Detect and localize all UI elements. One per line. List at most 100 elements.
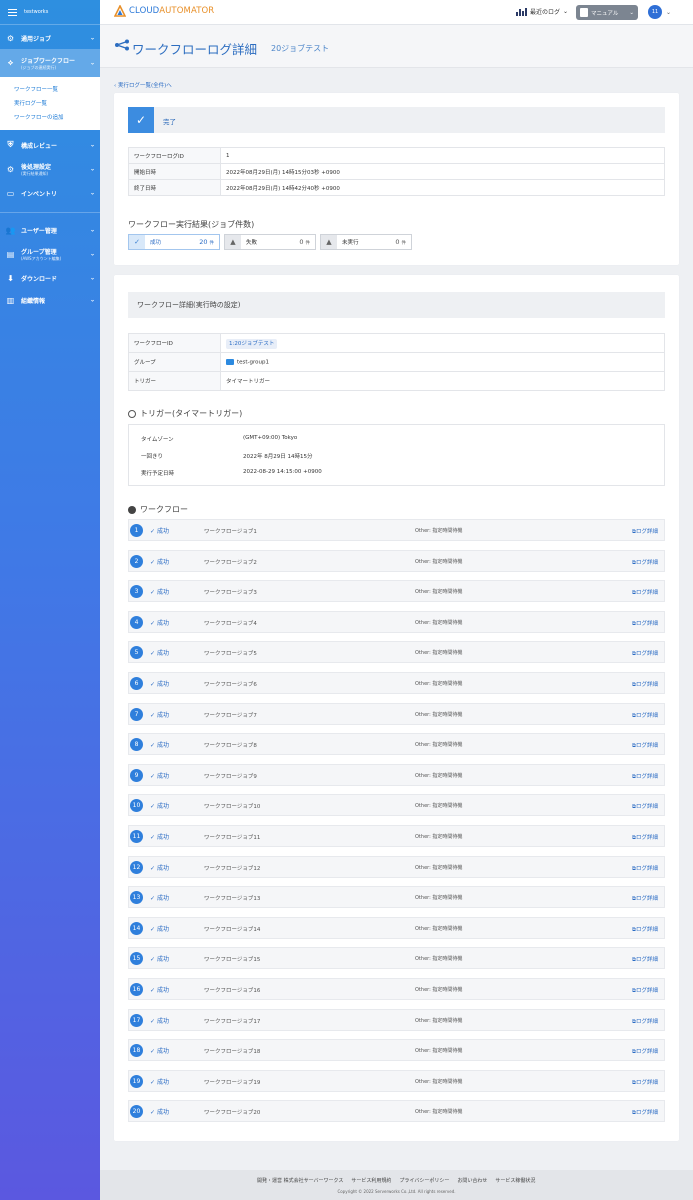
sidebar-item-users[interactable]: 👥 ユーザー管理 ⌄ bbox=[0, 219, 100, 241]
footer-link-privacy[interactable]: プライバシーポリシー bbox=[399, 1177, 449, 1184]
workflow-job-row: 2 ✓ 成功 ワークフロージョブ2 Other: 指定時間待機 ⧉ログ詳細 bbox=[128, 549, 665, 572]
log-detail-label: ログ詳細 bbox=[635, 773, 658, 780]
log-detail-link[interactable]: ⧉ログ詳細 bbox=[632, 527, 658, 536]
sidebar-item-inventory[interactable]: ▭ インベントリ ⌄ bbox=[0, 182, 100, 204]
chevron-down-icon: ⌄ bbox=[89, 274, 95, 282]
submenu-execution-logs[interactable]: 実行ログ一覧 bbox=[0, 96, 100, 110]
result-label: 未実行 bbox=[342, 240, 359, 246]
log-detail-link[interactable]: ⧉ログ詳細 bbox=[632, 955, 658, 964]
sidebar-item-label: インベントリ bbox=[21, 190, 58, 198]
workflow-job-row: 6 ✓ 成功 ワークフロージョブ6 Other: 指定時間待機 ⧉ログ詳細 bbox=[128, 671, 665, 694]
recent-logs-button[interactable]: 最近のログ ⌄ bbox=[516, 7, 568, 16]
divider bbox=[0, 24, 100, 25]
job-name: ワークフロージョブ13 bbox=[204, 896, 261, 903]
log-detail-link[interactable]: ⧉ログ詳細 bbox=[632, 680, 658, 689]
footer-link-terms[interactable]: サービス利用規約 bbox=[351, 1177, 391, 1184]
job-status: ✓ 成功 bbox=[150, 985, 169, 994]
job-name: ワークフロージョブ20 bbox=[204, 1110, 261, 1117]
sidebar-item-review[interactable]: ⛨ 構成レビュー ⌄ bbox=[0, 134, 100, 156]
log-detail-link[interactable]: ⧉ログ詳細 bbox=[632, 925, 658, 934]
submenu-workflow-list[interactable]: ワークフロー一覧 bbox=[0, 82, 100, 96]
log-detail-link[interactable]: ⧉ログ詳細 bbox=[632, 864, 658, 873]
sidebar-item-text: グループ管理 (AWSアカウント編集) bbox=[21, 247, 61, 262]
sidebar-item-organization[interactable]: ▥ 組織情報 ⌄ bbox=[0, 289, 100, 311]
footer-link-contact[interactable]: お問い合わせ bbox=[457, 1177, 487, 1184]
logo[interactable]: CLOUDAUTOMATOR bbox=[114, 5, 214, 17]
job-number: 16 bbox=[130, 982, 143, 996]
sidebar-item-workflow[interactable]: ⟡ ジョブワークフロー (ジョブの連続実行) ⌄ bbox=[0, 49, 100, 77]
log-detail-label: ログ詳細 bbox=[635, 865, 658, 872]
log-detail-link[interactable]: ⧉ログ詳細 bbox=[632, 894, 658, 903]
result-count: 20 件 bbox=[199, 238, 214, 246]
job-number: 12 bbox=[130, 860, 143, 874]
job-status-label: 成功 bbox=[156, 986, 169, 994]
manual-button[interactable]: マニュアル ⌄ bbox=[576, 5, 638, 20]
result-not-run[interactable]: ▲ 未実行 0件 bbox=[320, 234, 412, 250]
footer-link-status[interactable]: サービス稼働状況 bbox=[495, 1177, 535, 1184]
result-count-value: 20 bbox=[199, 238, 208, 246]
trigger-row: 実行予定日時 2022-08-29 14:15:00 +0900 bbox=[141, 469, 322, 477]
job-status-label: 成功 bbox=[156, 803, 169, 811]
job-number: 11 bbox=[130, 829, 143, 843]
chevron-down-icon[interactable]: ⌄ bbox=[666, 9, 671, 16]
sidebar-item-download[interactable]: ⬇ ダウンロード ⌄ bbox=[0, 267, 100, 289]
book-icon bbox=[580, 8, 588, 17]
workflow-job-row: 20 ✓ 成功 ワークフロージョブ20 Other: 指定時間待機 ⧉ログ詳細 bbox=[128, 1100, 665, 1123]
logo-text: CLOUDAUTOMATOR bbox=[129, 6, 214, 16]
hamburger-menu-icon[interactable] bbox=[8, 8, 17, 16]
sidebar-item-groups[interactable]: ▤ グループ管理 (AWSアカウント編集) ⌄ bbox=[0, 241, 100, 267]
workflow-job-row: 11 ✓ 成功 ワークフロージョブ11 Other: 指定時間待機 ⧉ログ詳細 bbox=[128, 824, 665, 847]
back-link[interactable]: ‹ 実行ログ一覧(全件)へ bbox=[114, 81, 172, 89]
result-success[interactable]: ✓ 成功 20 件 bbox=[128, 234, 220, 250]
log-detail-link[interactable]: ⧉ログ詳細 bbox=[632, 619, 658, 628]
avatar[interactable]: 11 bbox=[648, 5, 662, 19]
log-detail-link[interactable]: ⧉ログ詳細 bbox=[632, 1017, 658, 1026]
result-unit: 件 bbox=[401, 241, 407, 246]
check-icon: ✓ bbox=[128, 107, 154, 133]
log-detail-label: ログ詳細 bbox=[635, 590, 658, 597]
log-detail-link[interactable]: ⧉ログ詳細 bbox=[632, 1047, 658, 1056]
sidebar-item-postprocess[interactable]: ⚙ 後処理設定 (実行結果通知) ⌄ bbox=[0, 156, 100, 182]
log-detail-link[interactable]: ⧉ログ詳細 bbox=[632, 1078, 658, 1087]
job-name: ワークフロージョブ16 bbox=[204, 987, 261, 994]
log-detail-link[interactable]: ⧉ログ詳細 bbox=[632, 711, 658, 720]
log-detail-link[interactable]: ⧉ログ詳細 bbox=[632, 558, 658, 567]
chevron-down-icon: ⌄ bbox=[89, 141, 95, 149]
briefcase-icon bbox=[226, 358, 234, 365]
sidebar-item-jobs[interactable]: ⚙ 通用ジョブ ⌄ bbox=[0, 27, 100, 49]
job-number: 4 bbox=[130, 615, 143, 629]
result-label: 成功 bbox=[150, 240, 162, 246]
job-name: ワークフロージョブ6 bbox=[204, 681, 257, 688]
job-status: ✓ 成功 bbox=[150, 710, 169, 719]
log-detail-label: ログ詳細 bbox=[635, 743, 658, 750]
users-icon: 👥 bbox=[5, 225, 16, 235]
workflow-job-row: 10 ✓ 成功 ワークフロージョブ10 Other: 指定時間待機 ⧉ログ詳細 bbox=[128, 794, 665, 817]
log-detail-label: ログ詳細 bbox=[635, 1079, 658, 1086]
log-detail-link[interactable]: ⧉ログ詳細 bbox=[632, 588, 658, 597]
workflow-id-link[interactable]: 1:20ジョブテスト bbox=[226, 339, 278, 349]
log-detail-link[interactable]: ⧉ログ詳細 bbox=[632, 986, 658, 995]
job-action: Other: 指定時間待機 bbox=[415, 956, 463, 963]
job-status: ✓ 成功 bbox=[150, 832, 169, 841]
chevron-down-icon: ⌄ bbox=[89, 226, 95, 234]
chevron-down-icon: ⌄ bbox=[563, 8, 569, 15]
sidebar-item-text: 後処理設定 (実行結果通知) bbox=[21, 162, 51, 177]
gear-icon bbox=[128, 505, 136, 514]
log-detail-label: ログ詳細 bbox=[635, 529, 658, 535]
log-detail-link[interactable]: ⧉ログ詳細 bbox=[632, 741, 658, 750]
footer-link-operator[interactable]: 開発・運営 株式会社サーバーワークス bbox=[257, 1177, 343, 1184]
log-detail-link[interactable]: ⧉ログ詳細 bbox=[632, 833, 658, 842]
log-detail-label: ログ詳細 bbox=[635, 712, 658, 719]
table-value: 2022年08月29日(月) 14時42分40秒 +0900 bbox=[220, 179, 665, 196]
workflow-job-row: 5 ✓ 成功 ワークフロージョブ5 Other: 指定時間待機 ⧉ログ詳細 bbox=[128, 641, 665, 664]
download-icon: ⬇ bbox=[7, 273, 14, 283]
log-detail-link[interactable]: ⧉ログ詳細 bbox=[632, 649, 658, 658]
log-detail-link[interactable]: ⧉ログ詳細 bbox=[632, 772, 658, 781]
submenu-add-workflow[interactable]: ワークフローの追加 bbox=[0, 110, 100, 124]
gear-icon: ⚙ bbox=[6, 33, 15, 43]
result-failed[interactable]: ▲ 失敗 0件 bbox=[224, 234, 316, 250]
job-status: ✓ 成功 bbox=[150, 924, 169, 933]
log-detail-link[interactable]: ⧉ログ詳細 bbox=[632, 802, 658, 811]
shield-icon: ⛨ bbox=[7, 140, 14, 149]
log-detail-link[interactable]: ⧉ログ詳細 bbox=[632, 1108, 658, 1117]
